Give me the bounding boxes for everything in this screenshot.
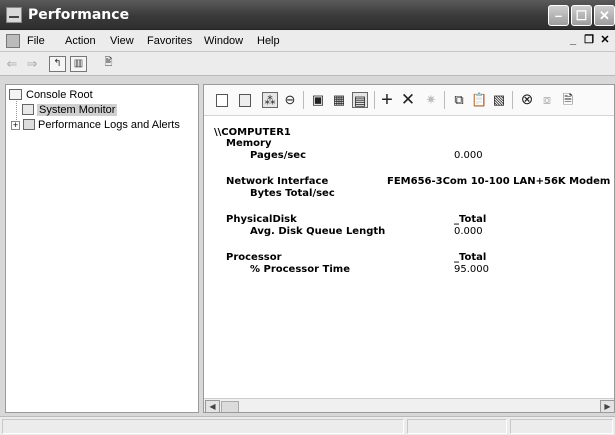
- mdi-minimize-icon[interactable]: _: [566, 34, 580, 48]
- counter-avg-disk-queue: Avg. Disk Queue Length: [250, 226, 386, 237]
- value-pages-sec: 0.000: [454, 150, 483, 161]
- value-processor-time: 95.000: [454, 264, 489, 275]
- instance-physicaldisk: _Total: [454, 214, 487, 225]
- maximize-button[interactable]: ☐: [571, 5, 592, 26]
- toolbar-separator: [374, 91, 375, 109]
- menu-window[interactable]: Window: [204, 35, 243, 47]
- up-one-level-icon[interactable]: ↰: [49, 56, 66, 72]
- view-report-icon[interactable]: ▤: [352, 92, 368, 108]
- minimize-button[interactable]: –: [548, 5, 569, 26]
- value-avg-disk-queue: 0.000: [454, 226, 483, 237]
- highlight-icon[interactable]: ✷: [423, 92, 439, 108]
- mdi-restore-icon[interactable]: ❐: [582, 34, 596, 48]
- toolbar-separator: [444, 91, 445, 109]
- system-monitor-icon: [22, 104, 34, 115]
- menu-bar: File Action View Favorites Window Help _…: [0, 30, 615, 52]
- counter-processor-time: % Processor Time: [250, 264, 350, 275]
- view-log-data-icon[interactable]: ⊖: [282, 92, 298, 108]
- mdi-close-icon[interactable]: ✕: [598, 34, 612, 48]
- view-histogram-icon[interactable]: ▦: [331, 92, 347, 108]
- console-tree: Console Root System Monitor + Performanc…: [5, 84, 199, 413]
- menu-view[interactable]: View: [110, 35, 134, 47]
- view-current-activity-icon[interactable]: ⁂: [262, 92, 278, 108]
- properties-icon[interactable]: ▧: [491, 92, 507, 108]
- performance-app-icon[interactable]: [6, 7, 22, 23]
- tree-expander[interactable]: +: [11, 121, 20, 130]
- paste-counter-list-icon[interactable]: 📋: [471, 92, 487, 108]
- show-hide-tree-icon[interactable]: ▥: [70, 56, 87, 72]
- system-monitor-pane: ⁂ ⊖ ▣ ▦ ▤ + ✕ ✷ ⧉ 📋 ▧ ⊗ ⧇ 🗎 \\COMPUTER1 …: [203, 84, 615, 413]
- folder-icon: [9, 89, 22, 100]
- object-processor: Processor: [226, 252, 282, 263]
- status-panel: [510, 419, 613, 434]
- system-monitor-toolbar: ⁂ ⊖ ▣ ▦ ▤ + ✕ ✷ ⧉ 📋 ▧ ⊗ ⧇ 🗎: [204, 85, 614, 116]
- computer-name: \\COMPUTER1: [214, 127, 291, 138]
- window-title: Performance: [28, 7, 130, 23]
- counter-bytes-total-sec: Bytes Total/sec: [250, 188, 335, 199]
- toolbar-separator: [303, 91, 304, 109]
- copy-properties-icon[interactable]: ⧉: [451, 92, 467, 108]
- delete-icon[interactable]: ✕: [400, 91, 416, 108]
- report-view: \\COMPUTER1 Memory Pages/sec 0.000 Netwo…: [204, 117, 615, 399]
- counter-pages-sec: Pages/sec: [250, 150, 307, 161]
- scroll-right-icon[interactable]: ▶: [600, 400, 614, 412]
- help-icon[interactable]: 🗎: [560, 92, 576, 108]
- performance-logs-icon: [23, 119, 35, 130]
- new-counter-set-icon[interactable]: [216, 94, 228, 107]
- status-panel: [407, 419, 507, 434]
- help-topic-icon[interactable]: 🖹: [100, 56, 117, 72]
- standard-toolbar: ⇐ ⇒ ↰ ▥ 🖹: [0, 52, 615, 76]
- update-data-icon[interactable]: ⧇: [539, 92, 555, 108]
- instance-processor: _Total: [454, 252, 487, 263]
- object-physicaldisk: PhysicalDisk: [226, 214, 297, 225]
- toolbar-separator: [512, 91, 513, 109]
- mmc-menu-icon[interactable]: [6, 34, 20, 48]
- status-bar: [0, 416, 615, 435]
- menu-favorites[interactable]: Favorites: [147, 35, 192, 47]
- add-icon[interactable]: +: [379, 90, 395, 110]
- clear-display-icon[interactable]: [239, 94, 251, 107]
- title-bar: Performance – ☐ ✕: [0, 0, 615, 30]
- object-network-interface: Network Interface: [226, 176, 329, 187]
- menu-action[interactable]: Action: [65, 35, 96, 47]
- close-button[interactable]: ✕: [594, 5, 615, 26]
- view-graph-icon[interactable]: ▣: [310, 92, 326, 108]
- scroll-thumb[interactable]: [221, 401, 239, 412]
- forward-arrow-icon[interactable]: ⇒: [24, 56, 40, 72]
- menu-file[interactable]: File: [27, 35, 45, 47]
- horizontal-scrollbar[interactable]: ◀ ▶: [204, 398, 614, 412]
- object-memory: Memory: [226, 138, 272, 149]
- scroll-left-icon[interactable]: ◀: [205, 400, 220, 412]
- freeze-display-icon[interactable]: ⊗: [519, 92, 535, 108]
- back-arrow-icon[interactable]: ⇐: [4, 56, 20, 72]
- menu-help[interactable]: Help: [257, 35, 280, 47]
- instance-network-interface: FEM656-3Com 10-100 LAN+56K Modem Ca: [387, 176, 615, 187]
- status-panel: [2, 419, 404, 434]
